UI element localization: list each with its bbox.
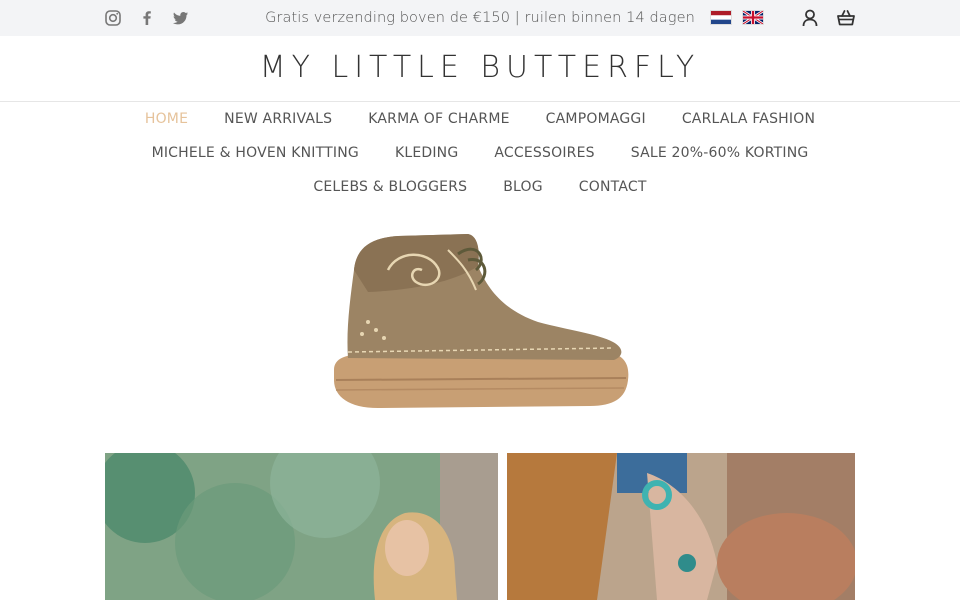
site-header: MY LITTLE BUTTERFLY [0,36,960,102]
nav-item-accessoires[interactable]: ACCESSOIRES [494,145,594,161]
account-icon[interactable] [800,8,820,28]
feature-image-woman[interactable] [105,453,498,600]
nav-item-new-arrivals[interactable]: NEW ARRIVALS [224,111,332,127]
main-navigation: HOME NEW ARRIVALS KARMA OF CHARME CAMPOM… [0,102,960,204]
nav-item-home[interactable]: HOME [145,111,188,127]
user-tools [800,8,856,28]
language-switcher [710,10,764,25]
top-bar: Gratis verzending boven de €150 | ruilen… [0,0,960,36]
nav-row: CELEBS & BLOGGERS BLOG CONTACT [0,170,960,204]
site-logo[interactable]: MY LITTLE BUTTERFLY [0,50,960,85]
nav-item-michele-hoven-knitting[interactable]: MICHELE & HOVEN KNITTING [152,145,359,161]
nav-item-karma-of-charme[interactable]: KARMA OF CHARME [368,111,509,127]
cart-icon[interactable] [836,8,856,28]
nav-item-carlala-fashion[interactable]: CARLALA FASHION [682,111,815,127]
nav-item-celebs-bloggers[interactable]: CELEBS & BLOGGERS [313,179,467,195]
nl-flag-icon[interactable] [710,10,732,25]
nav-item-blog[interactable]: BLOG [503,179,543,195]
nav-item-sale[interactable]: SALE 20%-60% KORTING [631,145,809,161]
nav-item-campomaggi[interactable]: CAMPOMAGGI [546,111,646,127]
uk-flag-icon[interactable] [742,10,764,25]
hero-product-image[interactable] [328,230,632,410]
feature-image-jewelry[interactable] [507,453,855,600]
nav-row: HOME NEW ARRIVALS KARMA OF CHARME CAMPOM… [0,102,960,136]
nav-item-kleding[interactable]: KLEDING [395,145,458,161]
nav-row: MICHELE & HOVEN KNITTING KLEDING ACCESSO… [0,136,960,170]
nav-item-contact[interactable]: CONTACT [579,179,647,195]
